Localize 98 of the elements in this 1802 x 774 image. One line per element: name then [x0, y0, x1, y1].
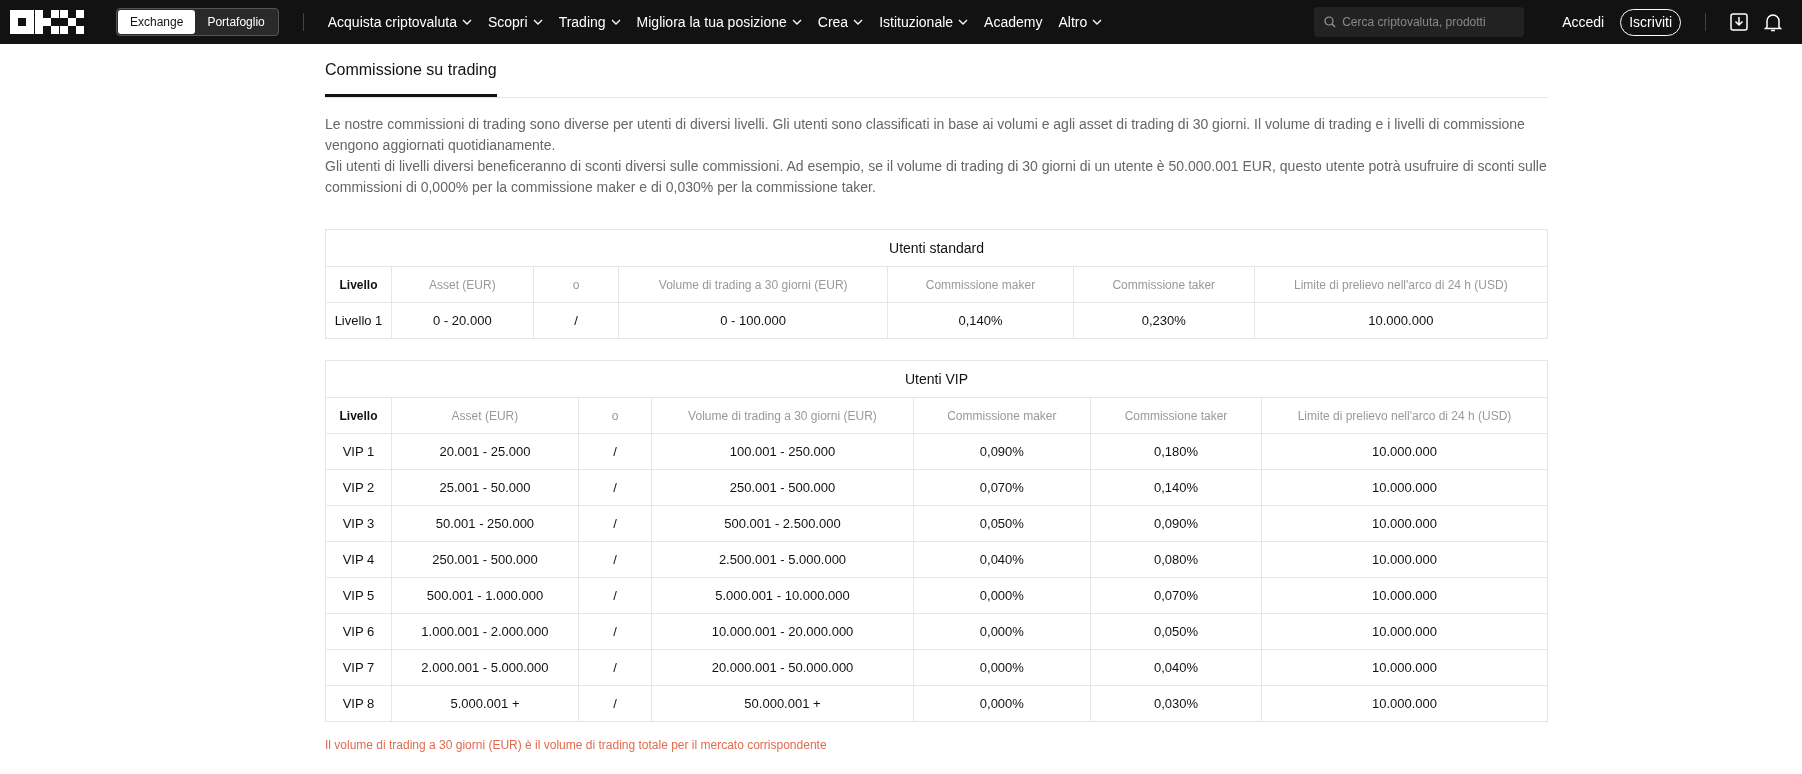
table-cell: 5.000.001 + — [391, 685, 579, 722]
table-cell: 10.000.000 — [1261, 649, 1548, 686]
table-cell: 0,040% — [913, 541, 1091, 578]
table-cell: VIP 8 — [325, 685, 392, 722]
segment-tab[interactable]: Portafoglio — [195, 10, 277, 34]
table-cell: 50.001 - 250.000 — [391, 505, 579, 542]
table-cell: VIP 6 — [325, 613, 392, 650]
table-cell: 0,000% — [913, 649, 1091, 686]
nav-menu-item[interactable]: Istituzionale — [879, 11, 969, 33]
table-cell: 10.000.000 — [1261, 505, 1548, 542]
table-cell: VIP 1 — [325, 433, 392, 470]
logo-icon[interactable] — [10, 10, 84, 34]
column-header: Asset (EUR) — [391, 266, 534, 303]
table-cell: 0,070% — [1090, 577, 1262, 614]
table-cell: 20.001 - 25.000 — [391, 433, 579, 470]
table-cell: 0,090% — [913, 433, 1091, 470]
table-cell: 2.500.001 - 5.000.000 — [651, 541, 914, 578]
table-cell: / — [578, 577, 652, 614]
column-header: Volume di trading a 30 giorni (EUR) — [651, 397, 914, 434]
column-header: Limite di prelievo nell'arco di 24 h (USD) — [1261, 397, 1548, 434]
table-cell: / — [578, 613, 652, 650]
column-header: o — [578, 397, 652, 434]
table-cell: 50.000.001 + — [651, 685, 914, 722]
table-cell: 10.000.001 - 20.000.000 — [651, 613, 914, 650]
table-cell: 0 - 100.000 — [618, 302, 888, 339]
nav-menu-item[interactable]: Trading — [558, 11, 621, 33]
nav-menu-item[interactable]: Migliora la tua posizione — [636, 11, 802, 33]
table-cell: / — [578, 649, 652, 686]
column-header: Livello — [325, 397, 392, 434]
table-cell: 0,050% — [1090, 613, 1262, 650]
table-cell: 10.000.000 — [1261, 541, 1548, 578]
search-field[interactable]: Cerca criptovaluta, prodotti — [1314, 7, 1525, 37]
table-cell: 1.000.001 - 2.000.000 — [391, 613, 579, 650]
column-header: Limite di prelievo nell'arco di 24 h (USD) — [1254, 266, 1548, 303]
table-cell: 0,000% — [913, 577, 1091, 614]
table-cell: 0,140% — [887, 302, 1074, 339]
table-cell: 0 - 20.000 — [391, 302, 534, 339]
segment-tab[interactable]: Exchange — [118, 10, 196, 34]
intro-paragraph: Le nostre commissioni di trading sono diverse per utenti di diversi livelli. Gli utenti sono classificati in base ai volumi e agli asset di trading di 30 giorni. Il volume di trading e i livelli di commissione vengono aggiornati quotidianamente. — [325, 115, 1526, 155]
intro-paragraph: Gli utenti di livelli diversi beneficeranno di sconti diversi sulle commissioni. Ad esempio, se il volume di trading di 30 giorni di un utente è 50.000.001 EUR, questo utente potrà usufruire di sconti sulle commissioni di 0,000% per la commissione maker e di 0,030% per la commissione taker. — [325, 157, 1548, 197]
table-cell: 100.001 - 250.000 — [651, 433, 914, 470]
table-cell: 0,090% — [1090, 505, 1262, 542]
table-cell: 2.000.001 - 5.000.000 — [391, 649, 579, 686]
table-cell: 0,050% — [913, 505, 1091, 542]
table-cell: 0,000% — [913, 685, 1091, 722]
column-header: Commissione maker — [887, 266, 1074, 303]
table-cell: VIP 4 — [325, 541, 392, 578]
table-cell: 10.000.000 — [1261, 685, 1548, 722]
table-cell: VIP 3 — [325, 505, 392, 542]
table-cell: 0,180% — [1090, 433, 1262, 470]
table-cell: 500.001 - 2.500.000 — [651, 505, 914, 542]
column-header: Commissione maker — [913, 397, 1091, 434]
table-cell: 10.000.000 — [1261, 433, 1548, 470]
bell-icon[interactable] — [1764, 12, 1782, 32]
table-cell: 10.000.000 — [1261, 577, 1548, 614]
table-cell: / — [578, 541, 652, 578]
table-cell: 25.001 - 50.000 — [391, 469, 579, 506]
table-cell: / — [578, 433, 652, 470]
table-cell: / — [578, 685, 652, 722]
table-cell: 20.000.001 - 50.000.000 — [651, 649, 914, 686]
table-cell: VIP 2 — [325, 469, 392, 506]
nav-menu-item[interactable]: Acquista criptovaluta — [327, 11, 472, 33]
table-cell: 5.000.001 - 10.000.000 — [651, 577, 914, 614]
nav-menu-item[interactable]: Altro — [1058, 11, 1103, 33]
table-cell: / — [578, 505, 652, 542]
column-header: Asset (EUR) — [391, 397, 579, 434]
table-cell: 0,230% — [1073, 302, 1255, 339]
column-header: o — [533, 266, 619, 303]
table-cell: VIP 5 — [325, 577, 392, 614]
table-cell: 250.001 - 500.000 — [651, 469, 914, 506]
page-tab[interactable]: Commissione su trading — [325, 58, 497, 97]
table-cell: / — [533, 302, 619, 339]
column-header: Commissione taker — [1090, 397, 1262, 434]
nav-menu-item[interactable]: Academy — [984, 11, 1043, 33]
table-cell: VIP 7 — [325, 649, 392, 686]
footnote: Il volume di trading a 30 giorni (EUR) è il volume di trading totale per il mercato corrispondente — [325, 737, 828, 754]
table-cell: 10.000.000 — [1261, 469, 1548, 506]
column-header: Volume di trading a 30 giorni (EUR) — [618, 266, 888, 303]
column-header: Commissione taker — [1073, 266, 1255, 303]
table-cell: 10.000.000 — [1254, 302, 1548, 339]
table-cell: 0,140% — [1090, 469, 1262, 506]
table-cell: 0,070% — [913, 469, 1091, 506]
table-cell: 0,040% — [1090, 649, 1262, 686]
table-title: Utenti standard — [325, 229, 1548, 267]
table-title: Utenti VIP — [325, 360, 1548, 398]
table-cell: 0,030% — [1090, 685, 1262, 722]
table-cell: / — [578, 469, 652, 506]
table-cell: 250.001 - 500.000 — [391, 541, 579, 578]
column-header: Livello — [325, 266, 392, 303]
table-cell: 0,000% — [913, 613, 1091, 650]
nav-menu-item[interactable]: Scopri — [487, 11, 543, 33]
login-link[interactable]: Accedi — [1562, 11, 1605, 33]
table-cell: 500.001 - 1.000.000 — [391, 577, 579, 614]
table-cell: 0,080% — [1090, 541, 1262, 578]
table-cell: 10.000.000 — [1261, 613, 1548, 650]
download-icon[interactable] — [1730, 13, 1748, 31]
nav-menu-item[interactable]: Crea — [817, 11, 864, 33]
table-cell: Livello 1 — [325, 302, 392, 339]
